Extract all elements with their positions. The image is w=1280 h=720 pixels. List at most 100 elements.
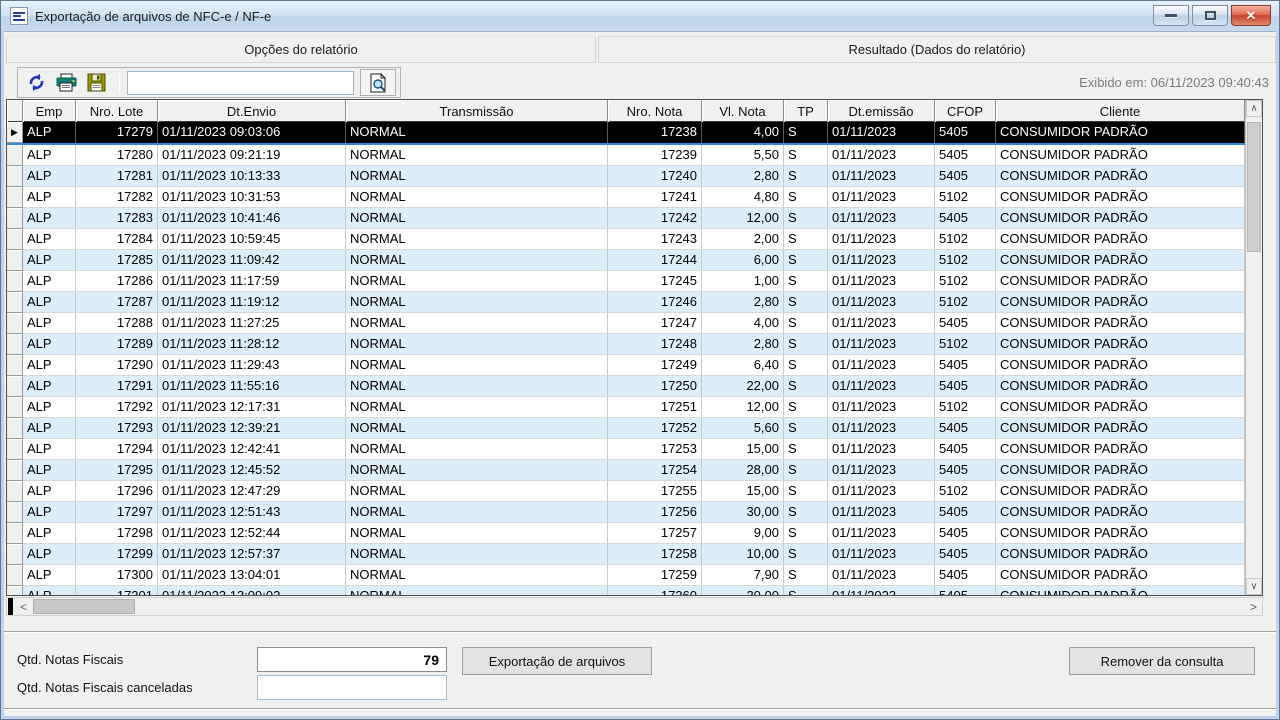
remove-from-query-button[interactable]: Remover da consulta — [1069, 647, 1255, 675]
grid-cell: NORMAL — [346, 250, 608, 271]
table-row[interactable]: ALP1729501/11/2023 12:45:52NORMAL1725428… — [7, 460, 1245, 481]
grid-cell: 12,00 — [702, 397, 784, 418]
grid-cell: S — [784, 481, 828, 502]
table-row[interactable]: ALP1728701/11/2023 11:19:12NORMAL172462,… — [7, 292, 1245, 313]
table-row[interactable]: ALP1728101/11/2023 10:13:33NORMAL172402,… — [7, 166, 1245, 187]
qtd-notas-field[interactable] — [257, 647, 447, 672]
row-indicator — [7, 460, 23, 481]
grid-cell: 4,00 — [702, 122, 784, 143]
export-files-button[interactable]: Exportação de arquivos — [462, 647, 652, 675]
scroll-up-icon[interactable]: ∧ — [1246, 100, 1262, 117]
grid-cell: S — [784, 502, 828, 523]
grid-cell: 17252 — [608, 418, 702, 439]
column-header-10[interactable]: Cliente — [996, 100, 1245, 122]
grid-cell: 17286 — [76, 271, 158, 292]
column-header-7[interactable]: TP — [784, 100, 828, 122]
grid-cell: 5,50 — [702, 145, 784, 166]
filter-input[interactable] — [127, 71, 354, 95]
grid-cell: NORMAL — [346, 208, 608, 229]
column-header-2[interactable]: Nro. Lote — [76, 100, 158, 122]
table-row[interactable]: ▶ALP1727901/11/2023 09:03:06NORMAL172384… — [7, 122, 1245, 145]
refresh-button[interactable] — [24, 72, 50, 94]
tab-report-options[interactable]: Opções do relatório — [6, 36, 596, 63]
grid-cell: NORMAL — [346, 397, 608, 418]
grid-cell: CONSUMIDOR PADRÃO — [996, 166, 1245, 187]
table-row[interactable]: ALP1729901/11/2023 12:57:37NORMAL1725810… — [7, 544, 1245, 565]
table-row[interactable]: ALP1729401/11/2023 12:42:41NORMAL1725315… — [7, 439, 1245, 460]
column-header-4[interactable]: Transmissão — [346, 100, 608, 122]
row-indicator — [7, 313, 23, 334]
grid-cell: 01/11/2023 11:55:16 — [158, 376, 346, 397]
grid-cell: CONSUMIDOR PADRÃO — [996, 397, 1245, 418]
minimize-button[interactable] — [1153, 5, 1189, 26]
tab-result-data[interactable]: Resultado (Dados do relatório) — [598, 36, 1276, 63]
table-row[interactable]: ALP1728201/11/2023 10:31:53NORMAL172414,… — [7, 187, 1245, 208]
table-row[interactable]: ALP1728301/11/2023 10:41:46NORMAL1724212… — [7, 208, 1245, 229]
maximize-icon — [1205, 11, 1216, 20]
column-header-3[interactable]: Dt.Envio — [158, 100, 346, 122]
grid-cell: S — [784, 271, 828, 292]
grid-header: EmpNro. LoteDt.EnvioTransmissãoNro. Nota… — [7, 100, 1245, 122]
save-button[interactable] — [84, 72, 110, 94]
qtd-notas-canceladas-label: Qtd. Notas Fiscais canceladas — [17, 680, 193, 695]
column-header-6[interactable]: Vl. Nota — [702, 100, 784, 122]
grid-cell: 5405 — [935, 145, 996, 166]
table-row[interactable]: ALP1729701/11/2023 12:51:43NORMAL1725630… — [7, 502, 1245, 523]
table-row[interactable]: ALP1729201/11/2023 12:17:31NORMAL1725112… — [7, 397, 1245, 418]
preview-button[interactable] — [360, 69, 396, 96]
table-row[interactable]: ALP1729101/11/2023 11:55:16NORMAL1725022… — [7, 376, 1245, 397]
table-row[interactable]: ALP1728501/11/2023 11:09:42NORMAL172446,… — [7, 250, 1245, 271]
print-button[interactable] — [54, 72, 80, 94]
vertical-scroll-thumb[interactable] — [1247, 122, 1261, 252]
grid-cell: CONSUMIDOR PADRÃO — [996, 544, 1245, 565]
table-row[interactable]: ALP1728001/11/2023 09:21:19NORMAL172395,… — [7, 145, 1245, 166]
grid-cell: ALP — [23, 565, 76, 586]
grid-cell: S — [784, 313, 828, 334]
table-row[interactable]: ALP1729801/11/2023 12:52:44NORMAL172579,… — [7, 523, 1245, 544]
grid-cell: ALP — [23, 376, 76, 397]
close-button[interactable]: ✕ — [1231, 5, 1271, 26]
grid-cell: 01/11/2023 — [828, 586, 935, 596]
row-indicator — [7, 229, 23, 250]
table-row[interactable]: ALP1729301/11/2023 12:39:21NORMAL172525,… — [7, 418, 1245, 439]
qtd-notas-canceladas-field[interactable] — [257, 675, 447, 700]
table-row[interactable]: ALP1730101/11/2023 13:09:02NORMAL1726030… — [7, 586, 1245, 596]
scroll-left-icon[interactable]: < — [15, 598, 32, 615]
horizontal-scroll-thumb[interactable] — [33, 599, 135, 614]
grid-cell: 01/11/2023 — [828, 502, 935, 523]
column-header-5[interactable]: Nro. Nota — [608, 100, 702, 122]
grid-cell: 01/11/2023 12:51:43 — [158, 502, 346, 523]
table-row[interactable]: ALP1728801/11/2023 11:27:25NORMAL172474,… — [7, 313, 1245, 334]
scroll-down-icon[interactable]: ∨ — [1246, 578, 1262, 595]
save-icon — [87, 73, 106, 92]
horizontal-scrollbar[interactable]: < > — [6, 597, 1263, 616]
scroll-right-icon[interactable]: > — [1245, 598, 1262, 615]
table-row[interactable]: ALP1728901/11/2023 11:28:12NORMAL172482,… — [7, 334, 1245, 355]
table-row[interactable]: ALP1730001/11/2023 13:04:01NORMAL172597,… — [7, 565, 1245, 586]
column-header-9[interactable]: CFOP — [935, 100, 996, 122]
column-header-8[interactable]: Dt.emissão — [828, 100, 935, 122]
grid-cell: 5405 — [935, 544, 996, 565]
table-row[interactable]: ALP1728401/11/2023 10:59:45NORMAL172432,… — [7, 229, 1245, 250]
table-row[interactable]: ALP1728601/11/2023 11:17:59NORMAL172451,… — [7, 271, 1245, 292]
grid-cell: NORMAL — [346, 334, 608, 355]
maximize-button[interactable] — [1192, 5, 1228, 26]
grid-cell: 01/11/2023 11:09:42 — [158, 250, 346, 271]
table-row[interactable]: ALP1729601/11/2023 12:47:29NORMAL1725515… — [7, 481, 1245, 502]
grid-cell: 17253 — [608, 439, 702, 460]
grid-cell: 30,00 — [702, 502, 784, 523]
column-header-1[interactable]: Emp — [23, 100, 76, 122]
grid-cell: 17300 — [76, 565, 158, 586]
grid-cell: CONSUMIDOR PADRÃO — [996, 523, 1245, 544]
grid-cell: 10,00 — [702, 544, 784, 565]
grid-cell: S — [784, 355, 828, 376]
remove-from-query-button-label: Remover da consulta — [1101, 654, 1224, 669]
grid-cell: ALP — [23, 250, 76, 271]
grid-cell: 01/11/2023 12:52:44 — [158, 523, 346, 544]
grid-cell: 12,00 — [702, 208, 784, 229]
app-window: Exportação de arquivos de NFC-e / NF-e ✕… — [0, 0, 1280, 720]
grid-cell: 01/11/2023 — [828, 376, 935, 397]
close-icon: ✕ — [1246, 9, 1257, 22]
vertical-scrollbar[interactable]: ∧ ∨ — [1245, 100, 1262, 595]
table-row[interactable]: ALP1729001/11/2023 11:29:43NORMAL172496,… — [7, 355, 1245, 376]
